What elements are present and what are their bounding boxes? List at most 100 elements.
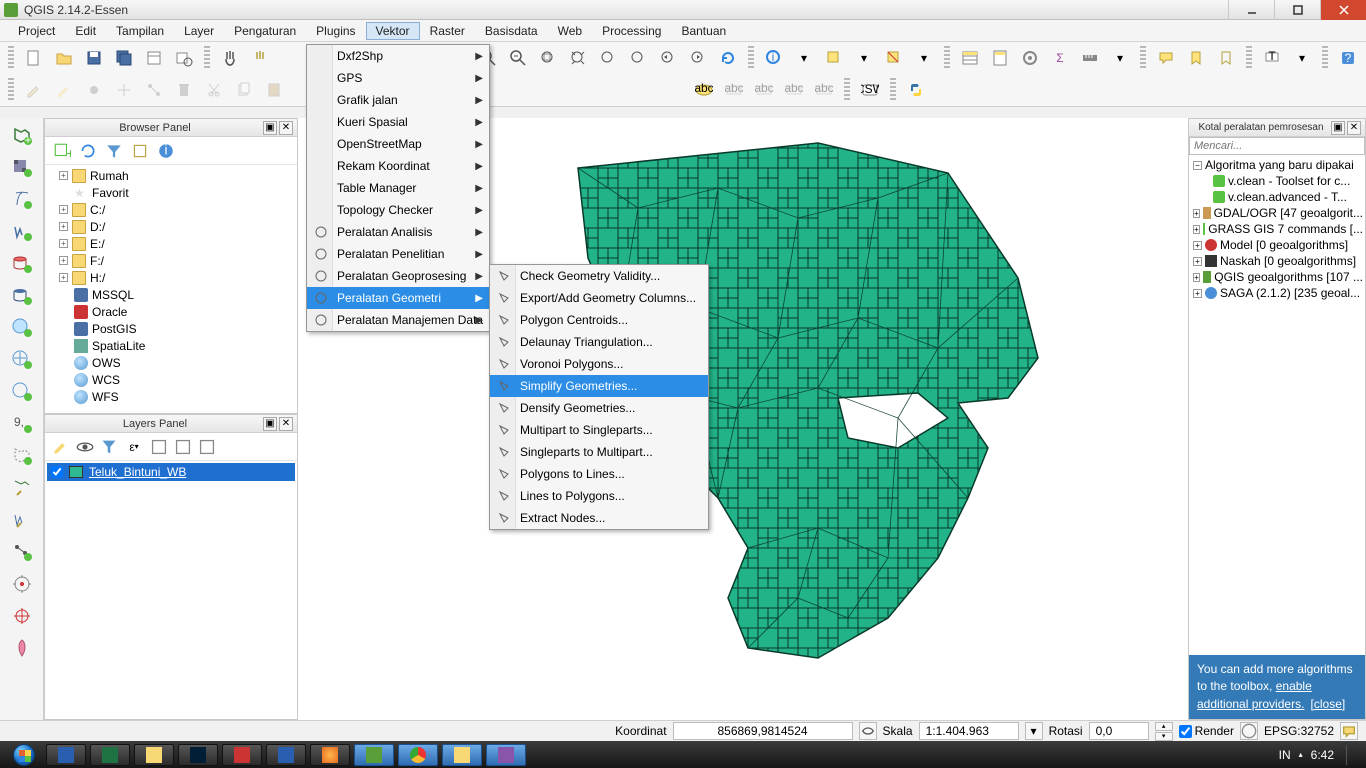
geom-item-6[interactable]: Densify Geometries...: [490, 397, 708, 419]
processing-search-input[interactable]: [1189, 137, 1365, 155]
geom-item-7[interactable]: Multipart to Singleparts...: [490, 419, 708, 441]
tree-item[interactable]: F:/: [90, 254, 104, 268]
vektor-item-8[interactable]: Peralatan Analisis▶: [307, 221, 489, 243]
menu-vektor[interactable]: Vektor: [366, 22, 420, 40]
toolbox-button[interactable]: [1016, 45, 1044, 71]
zoom-last-button[interactable]: [654, 45, 682, 71]
geom-item-5[interactable]: Simplify Geometries...: [490, 375, 708, 397]
layer-style-button[interactable]: [51, 437, 71, 457]
browser-filter-button[interactable]: [103, 140, 125, 162]
map-tips-button[interactable]: [1152, 45, 1180, 71]
tree-item[interactable]: Rumah: [90, 169, 129, 183]
toolbar-grip[interactable]: [890, 78, 896, 102]
geom-item-11[interactable]: Extract Nodes...: [490, 507, 708, 529]
label-abc3-button[interactable]: abc: [750, 77, 778, 103]
menu-pengaturan[interactable]: Pengaturan: [224, 22, 306, 40]
vektor-item-9[interactable]: Peralatan Penelitian▶: [307, 243, 489, 265]
pan-button[interactable]: [216, 45, 244, 71]
open-attr-table-button[interactable]: [956, 45, 984, 71]
bookmark-show-button[interactable]: [1212, 45, 1240, 71]
geom-item-0[interactable]: Check Geometry Validity...: [490, 265, 708, 287]
start-button[interactable]: [6, 741, 42, 768]
coord-capture-button[interactable]: [6, 601, 38, 631]
epsg-label[interactable]: EPSG:32752: [1264, 724, 1334, 738]
layer-collapse-button[interactable]: [173, 437, 193, 457]
panel-close-button[interactable]: ✕: [279, 417, 293, 431]
rotation-field[interactable]: 0,0: [1089, 722, 1149, 740]
bookmark-new-button[interactable]: [1182, 45, 1210, 71]
vektor-item-5[interactable]: Rekam Koordinat▶: [307, 155, 489, 177]
composer-manager-button[interactable]: [170, 45, 198, 71]
layer-visibility-checkbox[interactable]: [51, 466, 63, 478]
new-shapefile-button[interactable]: [6, 473, 38, 503]
browser-add-button[interactable]: +: [51, 140, 73, 162]
layer-remove-button[interactable]: [197, 437, 217, 457]
paste-button[interactable]: [260, 77, 288, 103]
geom-item-4[interactable]: Voronoi Polygons...: [490, 353, 708, 375]
toolbar-grip[interactable]: [8, 78, 14, 102]
close-button[interactable]: [1320, 0, 1366, 20]
layer-filter-button[interactable]: [99, 437, 119, 457]
tree-item[interactable]: v.clean.advanced - T...: [1228, 190, 1347, 204]
add-raster-button[interactable]: [6, 153, 38, 183]
rotation-down-button[interactable]: ▾: [1155, 732, 1173, 741]
task-explorer[interactable]: [134, 744, 174, 766]
menu-bantuan[interactable]: Bantuan: [671, 22, 736, 40]
annotation-dropdown-button[interactable]: ▾: [1288, 45, 1316, 71]
task-snipping[interactable]: [486, 744, 526, 766]
tip-close-link[interactable]: [close]: [1311, 697, 1346, 711]
geom-item-9[interactable]: Polygons to Lines...: [490, 463, 708, 485]
osm-button[interactable]: [6, 633, 38, 663]
new-composer-button[interactable]: [140, 45, 168, 71]
add-postgis-button[interactable]: [6, 185, 38, 215]
select-dropdown-button[interactable]: ▾: [850, 45, 878, 71]
toolbar-grip[interactable]: [1140, 46, 1146, 70]
scale-field[interactable]: 1:1.404.963: [919, 722, 1019, 740]
add-wms-button[interactable]: [6, 313, 38, 343]
panel-close-button[interactable]: ✕: [1347, 121, 1361, 135]
menu-project[interactable]: Project: [8, 22, 65, 40]
vektor-item-12[interactable]: Peralatan Manajemen Data▶: [307, 309, 489, 331]
add-spatialite-button[interactable]: [6, 217, 38, 247]
measure-button[interactable]: [1076, 45, 1104, 71]
tree-item[interactable]: SAGA (2.1.2) [235 geoal...: [1220, 286, 1360, 300]
coord-field[interactable]: 856869,9814524: [673, 722, 853, 740]
vektor-item-11[interactable]: Peralatan Geometri▶: [307, 287, 489, 309]
menu-plugins[interactable]: Plugins: [306, 22, 365, 40]
panel-float-button[interactable]: ▣: [1331, 121, 1345, 135]
stats-button[interactable]: Σ: [1046, 45, 1074, 71]
new-gpx-button[interactable]: [6, 537, 38, 567]
layer-row[interactable]: Teluk_Bintuni_WB: [47, 463, 295, 481]
new-project-button[interactable]: [20, 45, 48, 71]
vektor-item-4[interactable]: OpenStreetMap▶: [307, 133, 489, 155]
tree-item[interactable]: E:/: [90, 237, 105, 251]
layer-expr-button[interactable]: ε▾: [123, 437, 145, 457]
zoom-out-button[interactable]: [504, 45, 532, 71]
zoom-native-button[interactable]: [534, 45, 562, 71]
add-wfs-button[interactable]: [6, 377, 38, 407]
add-feature-button[interactable]: [80, 77, 108, 103]
tree-item[interactable]: Favorit: [92, 186, 129, 200]
open-project-button[interactable]: [50, 45, 78, 71]
menu-raster[interactable]: Raster: [420, 22, 475, 40]
zoom-next-button[interactable]: [684, 45, 712, 71]
add-wcs-button[interactable]: [6, 345, 38, 375]
tree-item[interactable]: GRASS GIS 7 commands [...: [1208, 222, 1363, 236]
add-csv-button[interactable]: 9,: [6, 409, 38, 439]
toolbar-grip[interactable]: [944, 46, 950, 70]
tray-lang[interactable]: IN: [1279, 748, 1291, 762]
csw-button[interactable]: CSW: [856, 77, 884, 103]
menu-web[interactable]: Web: [548, 22, 592, 40]
add-mssql-button[interactable]: [6, 249, 38, 279]
tree-item[interactable]: C:/: [90, 203, 105, 217]
tree-item[interactable]: SpatiaLite: [92, 339, 145, 353]
panel-float-button[interactable]: ▣: [263, 417, 277, 431]
label-abc4-button[interactable]: abc: [780, 77, 808, 103]
render-checkbox[interactable]: Render: [1179, 724, 1234, 738]
node-tool-button[interactable]: [140, 77, 168, 103]
geom-item-10[interactable]: Lines to Polygons...: [490, 485, 708, 507]
delete-button[interactable]: [170, 77, 198, 103]
task-folder[interactable]: [442, 744, 482, 766]
vektor-item-7[interactable]: Topology Checker▶: [307, 199, 489, 221]
toolbar-grip[interactable]: [1246, 46, 1252, 70]
